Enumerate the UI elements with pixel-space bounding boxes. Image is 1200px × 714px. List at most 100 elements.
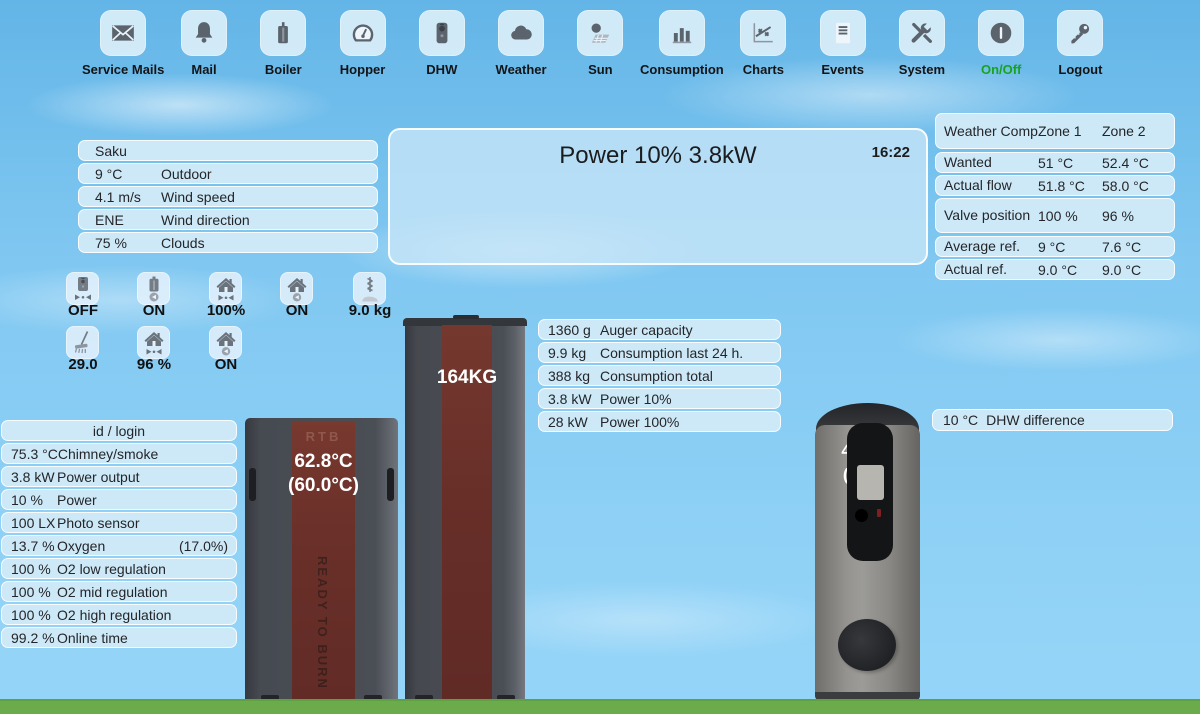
house-pump-icon <box>286 276 308 302</box>
dhw-valve-tile[interactable] <box>66 272 99 305</box>
zone1-pump-tile[interactable] <box>280 272 313 305</box>
zone2-value: 52.4 °C <box>1102 155 1174 171</box>
toolbar-item-hopper[interactable]: Hopper <box>323 10 402 84</box>
house-valve-icon <box>215 276 237 302</box>
value: 1360 g <box>539 322 600 338</box>
toolbar-item-charts[interactable]: Charts <box>724 10 803 84</box>
average-ref-row: Average ref. 9 °C 7.6 °C <box>935 236 1175 257</box>
power-icon <box>978 10 1024 56</box>
boiler-handle-right <box>387 468 394 501</box>
label: Wind direction <box>161 212 250 228</box>
consumption-bars-icon <box>659 10 705 56</box>
boiler-target-temp: (60.0°C) <box>272 475 375 497</box>
toolbar-item-weather[interactable]: Weather <box>481 10 560 84</box>
power-10-row: 3.8 kW Power 10% <box>538 388 781 409</box>
cleaning-tile[interactable] <box>66 326 99 359</box>
consumption-24h-row: 9.9 kg Consumption last 24 h. <box>538 342 781 363</box>
dhw-tank-icon <box>419 10 465 56</box>
o2-low-row: 100 % O2 low regulation <box>1 558 237 579</box>
toolbar-item-dhw[interactable]: DHW <box>402 10 481 84</box>
label: Power 10% <box>600 391 672 407</box>
toolbar-item-consumption[interactable]: Consumption <box>640 10 724 84</box>
oxygen-reference: (17.0%) <box>179 538 236 554</box>
wanted-row: Wanted 51 °C 52.4 °C <box>935 152 1175 173</box>
dashboard: Service Mails Mail Boiler Hopper DHW <box>0 0 1200 714</box>
toolbar-item-system[interactable]: System <box>882 10 961 84</box>
zone1-value: 9.0 °C <box>1038 262 1102 278</box>
house-valve-icon <box>143 330 165 356</box>
value: 28 kW <box>539 414 600 430</box>
dhw-valve-icon <box>72 276 94 302</box>
power-output-row: 3.8 kW Power output <box>1 466 237 487</box>
zone1-header: Zone 1 <box>1038 123 1102 139</box>
id-login-label: id / login <box>93 423 145 439</box>
zone1-value: 51.8 °C <box>1038 178 1102 194</box>
zone1-pump-status: ON <box>255 302 339 319</box>
house-pump-icon <box>215 330 237 356</box>
toolbar-item-service-mails[interactable]: Service Mails <box>82 10 164 84</box>
zone2-value: 96 % <box>1102 208 1174 224</box>
value: 388 kg <box>539 368 600 384</box>
zone1-value: 9 °C <box>1038 239 1102 255</box>
zone2-valve-tile[interactable] <box>137 326 170 359</box>
weather-cloud-icon <box>498 10 544 56</box>
o2-high-row: 100 % O2 high regulation <box>1 604 237 625</box>
hopper-content: 164KG <box>422 367 512 389</box>
toolbar-item-label: Boiler <box>265 62 302 77</box>
boiler-side-text: READY TO BURN <box>315 556 330 714</box>
value: 10 °C <box>933 412 978 428</box>
site-name-row: Saku <box>78 140 378 161</box>
o2-mid-row: 100 % O2 mid regulation <box>1 581 237 602</box>
zone2-value: 58.0 °C <box>1102 178 1174 194</box>
weather-comp-title: Weather Comp <box>936 124 1038 139</box>
dhw-control-panel <box>847 423 893 561</box>
toolbar-item-mail[interactable]: Mail <box>164 10 243 84</box>
toolbar-item-label: Weather <box>496 62 547 77</box>
toolbar-item-label: Logout <box>1058 62 1102 77</box>
value: 100 % <box>2 584 57 600</box>
chimney-smoke-row: 75.3 °C Chimney/smoke <box>1 443 237 464</box>
power-100-row: 28 kW Power 100% <box>538 411 781 432</box>
auger-content: 9.0 kg <box>328 302 412 319</box>
boiler-pump-tile[interactable] <box>137 272 170 305</box>
zone2-header: Zone 2 <box>1102 123 1174 139</box>
auger-content-tile[interactable] <box>353 272 386 305</box>
zone1-valve-tile[interactable] <box>209 272 242 305</box>
mail-bell-icon <box>181 10 227 56</box>
id-login-button[interactable]: id / login <box>1 420 237 441</box>
value: 3.8 kW <box>2 469 57 485</box>
label: Consumption total <box>600 368 713 384</box>
toolbar-item-sun[interactable]: Sun <box>561 10 640 84</box>
zone2-pump-status: ON <box>184 356 268 373</box>
sun-solar-icon <box>577 10 623 56</box>
oxygen-row: 13.7 % Oxygen (17.0%) <box>1 535 237 556</box>
toolbar-item-events[interactable]: Events <box>803 10 882 84</box>
toolbar-item-onoff[interactable]: On/Off <box>962 10 1041 84</box>
online-time-row: 99.2 % Online time <box>1 627 237 648</box>
value: 99.2 % <box>2 630 57 646</box>
power-banner-text: Power 10% 3.8kW <box>390 142 926 170</box>
dhw-panel-knob <box>855 509 868 522</box>
toolbar-item-boiler[interactable]: Boiler <box>244 10 323 84</box>
dhw-inspection-port <box>838 619 896 671</box>
toolbar-item-logout[interactable]: Logout <box>1041 10 1120 84</box>
label: DHW difference <box>986 412 1085 428</box>
wind-speed-row: 4.1 m/s Wind speed <box>78 186 378 207</box>
toolbar-item-label: Events <box>821 62 864 77</box>
boiler-pump-icon <box>143 276 165 302</box>
auger-capacity-row: 1360 g Auger capacity <box>538 319 781 340</box>
label: Average ref. <box>936 239 1038 254</box>
hopper-lid-handle <box>453 315 479 319</box>
site-name: Saku <box>79 143 161 159</box>
boiler-brand-logo: RTB <box>292 429 355 444</box>
boiler-image: RTB 62.8°C (60.0°C) READY TO BURN <box>245 418 398 700</box>
power-banner: Power 10% 3.8kW 16:22 <box>388 128 928 265</box>
weather-comp-header: Weather Comp Zone 1 Zone 2 <box>935 113 1175 149</box>
label: Wanted <box>936 155 1038 170</box>
dhw-panel-led <box>877 509 881 517</box>
service-mails-icon <box>100 10 146 56</box>
zone2-pump-tile[interactable] <box>209 326 242 359</box>
toolbar: Service Mails Mail Boiler Hopper DHW <box>82 10 1120 84</box>
charts-line-icon <box>740 10 786 56</box>
value: 9.9 kg <box>539 345 600 361</box>
